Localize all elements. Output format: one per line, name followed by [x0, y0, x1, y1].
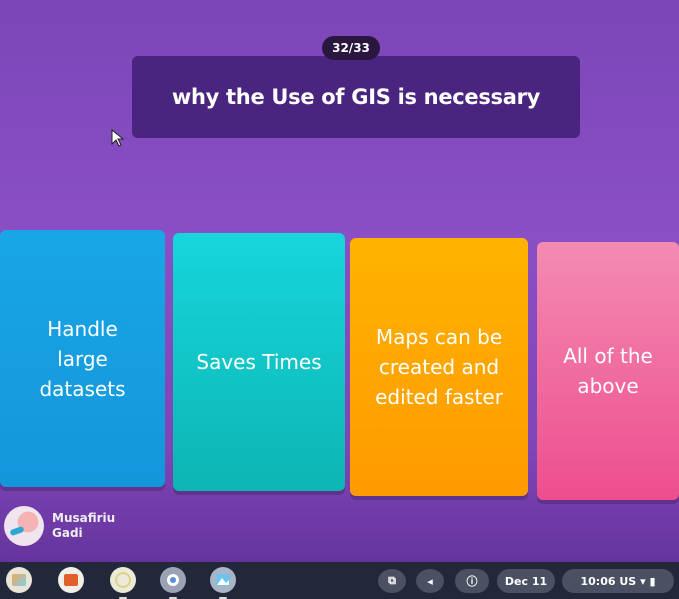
answer-text-line: large [57, 346, 108, 371]
player-info: Musafiriu Gadi [4, 506, 116, 546]
answer-text-line: All of the [563, 344, 653, 368]
answer-text-line: datasets [39, 376, 126, 401]
player-name-first: Musafiriu [52, 511, 116, 525]
answer-option-4[interactable]: All of the above [537, 242, 679, 500]
answer-text-line: Maps can be [375, 325, 503, 349]
wifi-icon: ▾ [640, 574, 646, 588]
avatar [4, 506, 44, 546]
player-name-last: Gadi [52, 526, 83, 540]
answer-option-2[interactable]: Saves Times [173, 233, 345, 491]
answer-text-line: Handle [47, 316, 118, 341]
answer-option-3[interactable]: Maps can be created and edited faster [350, 238, 528, 496]
date-button[interactable]: Dec 11 [497, 569, 555, 593]
back-icon[interactable]: ◂ [416, 569, 444, 593]
answer-text-line: Saves Times [196, 350, 322, 374]
answer-option-1[interactable]: Handle large datasets [0, 230, 165, 487]
question-progress-badge: 32/33 [322, 36, 380, 60]
photos-icon[interactable] [210, 567, 236, 599]
settings-icon[interactable] [160, 567, 186, 599]
clock: 10:06 [580, 574, 616, 588]
answer-text-line: created and [378, 355, 500, 379]
answer-text-line: above [577, 374, 639, 398]
mouse-cursor-icon [111, 129, 125, 147]
locale-indicator: US [619, 574, 637, 588]
status-area[interactable]: 10:06 US ▾ ▮ [562, 569, 674, 593]
answer-text-line: edited faster [375, 385, 503, 409]
taskbar: ⧉ ◂ ⓘ Dec 11 10:06 US ▾ ▮ [0, 562, 679, 599]
question-text: why the Use of GIS is necessary [132, 56, 580, 138]
gallery-app-icon[interactable] [6, 567, 32, 593]
slides-app-icon[interactable] [58, 567, 84, 593]
info-icon[interactable]: ⓘ [455, 569, 489, 593]
screen-capture-icon[interactable]: ⧉ [378, 569, 406, 593]
lemon-app-icon[interactable] [110, 567, 136, 599]
battery-icon: ▮ [649, 574, 656, 588]
